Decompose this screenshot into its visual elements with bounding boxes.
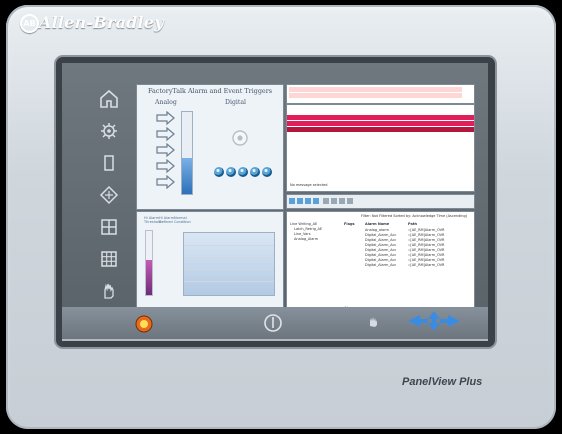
analog-level-bar: [181, 111, 193, 195]
digital-button-4[interactable]: [250, 167, 260, 177]
detail-row-path[interactable]: ::[AE_RM]Alarm_OVR: [408, 233, 444, 237]
chart-gridline: [184, 245, 274, 246]
detail-row-path[interactable]: ::[AE_RM]Alarm_OVR: [408, 248, 444, 252]
alarm-banner-row[interactable]: [289, 93, 462, 98]
detail-row-path[interactable]: ::[AE_RM]Alarm_OVR: [408, 258, 444, 262]
detail-row-name[interactable]: Digital_Alarm_Acc: [365, 263, 396, 267]
analog-level-fill: [182, 157, 192, 194]
label-defined: Defined: [159, 220, 173, 224]
diamond-icon[interactable]: [99, 185, 119, 205]
digital-button-5[interactable]: [262, 167, 272, 177]
brand-name: Allen-Bradley: [39, 13, 164, 32]
alarm-toolbar: [286, 194, 475, 209]
layout-icon[interactable]: [99, 217, 119, 237]
grid-icon[interactable]: [99, 249, 119, 269]
trend-chart: [183, 232, 275, 296]
alarm-row[interactable]: [287, 121, 474, 126]
digital-button-2[interactable]: [226, 167, 236, 177]
level-meter-fill: [146, 259, 152, 295]
alarm-row-selected[interactable]: [287, 127, 474, 132]
detail-header-alarm-name: Alarm Name: [365, 222, 390, 226]
document-icon[interactable]: [99, 153, 119, 173]
detail-row-name[interactable]: Digital_Alarm_Acc: [365, 238, 396, 242]
detail-row-name[interactable]: Digital_Alarm_Acc: [365, 248, 396, 252]
detail-row-path[interactable]: ::[AE_RM]Alarm_OVR: [408, 238, 444, 242]
tree-item-2[interactable]: Line_Vars: [294, 232, 311, 236]
hand-icon[interactable]: [99, 281, 119, 301]
analog-label: Analog: [155, 99, 177, 106]
detail-row-path[interactable]: ::[AE_RM]Alarm_OVR: [408, 243, 444, 247]
filter-label: Filter: Not Filtered Sorted by: Acknowle…: [361, 214, 468, 218]
detail-row-name[interactable]: Digital_Alarm_Acc: [365, 233, 396, 237]
alarm-banner-row[interactable]: [289, 87, 462, 92]
detail-row-name[interactable]: Digital_Alarm_Acc: [365, 253, 396, 257]
sidebar: [96, 85, 122, 337]
alarm-row[interactable]: [287, 115, 474, 120]
digital-button-1[interactable]: [214, 167, 224, 177]
detail-header-path: Path: [408, 222, 417, 226]
digital-indicator-icon: [232, 130, 248, 146]
detail-row-path[interactable]: ::[AE_RM]Alarm_OVR: [408, 228, 444, 232]
label-condition: Condition: [174, 220, 191, 224]
analog-arrows-icon: [156, 111, 175, 190]
brand-logo-icon: AB: [20, 14, 39, 33]
tree-item-3[interactable]: Analog_Alarm: [294, 237, 318, 241]
home-icon[interactable]: [99, 89, 119, 109]
tree-item-1[interactable]: Latch_Retrig_AE: [294, 227, 322, 231]
alarm-banner: [286, 84, 475, 104]
hand-pointer-icon[interactable]: [367, 314, 381, 328]
no-message-status: No message selected: [290, 183, 328, 187]
chart-gridline: [184, 281, 274, 282]
chart-gridline: [184, 269, 274, 270]
digital-label: Digital: [225, 99, 247, 106]
detail-row-path[interactable]: ::[AE_RM]Alarm_OVR: [408, 253, 444, 257]
gear-icon[interactable]: [99, 121, 119, 141]
chart-gridline: [184, 257, 274, 258]
toolbar-icons[interactable]: [289, 197, 467, 206]
detail-row-name[interactable]: Digital_Alarm_Acc: [365, 243, 396, 247]
screen: FactoryTalk Alarm and Event Triggers Ana…: [62, 63, 488, 341]
triggers-title: FactoryTalk Alarm and Event Triggers: [147, 87, 273, 95]
detail-row-path[interactable]: ::[AE_RM]Alarm_OVR: [408, 263, 444, 267]
alarm-table: No message selected: [286, 104, 475, 192]
detail-header-flags: Flags: [344, 222, 355, 226]
navigation-arrows-icon[interactable]: [406, 309, 462, 333]
tree-root[interactable]: Line Writing_AE: [290, 222, 317, 226]
detail-row-name[interactable]: Analog_alarm: [365, 228, 389, 232]
model-name: PanelView Plus: [402, 376, 483, 388]
alarm-triggers-panel: FactoryTalk Alarm and Event Triggers Ana…: [136, 84, 284, 210]
detail-row-name[interactable]: Digital_Alarm_Acc: [365, 258, 396, 262]
level-meter: [145, 230, 153, 296]
alarm-icon[interactable]: [134, 314, 154, 334]
digital-button-3[interactable]: [238, 167, 248, 177]
info-icon[interactable]: [263, 313, 283, 333]
screen-bottom-edge: [62, 339, 488, 341]
